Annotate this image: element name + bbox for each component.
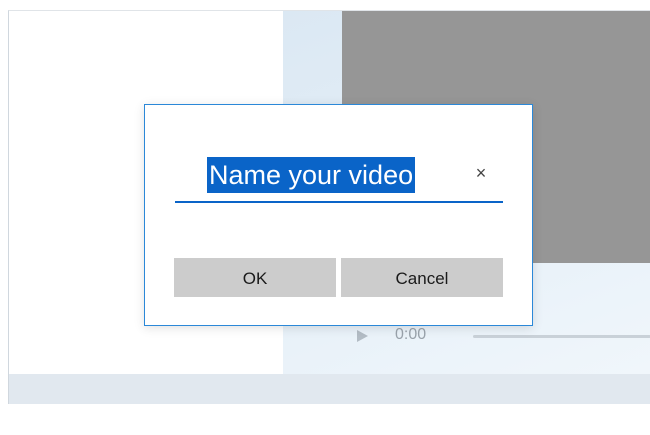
bottom-strip: [9, 374, 650, 404]
close-icon[interactable]: ×: [471, 163, 491, 183]
seek-slider[interactable]: [473, 335, 650, 338]
playback-controls: 0:00: [349, 326, 650, 356]
ok-button[interactable]: OK: [174, 258, 336, 297]
screen: 0:00 Name your video × OK Cancel: [0, 0, 650, 435]
rename-video-dialog: Name your video × OK Cancel: [144, 104, 533, 326]
time-label: 0:00: [395, 326, 427, 343]
play-icon[interactable]: [357, 330, 368, 342]
cancel-button[interactable]: Cancel: [341, 258, 503, 297]
video-name-field[interactable]: Name your video ×: [175, 153, 503, 203]
video-name-input[interactable]: Name your video: [207, 157, 416, 193]
